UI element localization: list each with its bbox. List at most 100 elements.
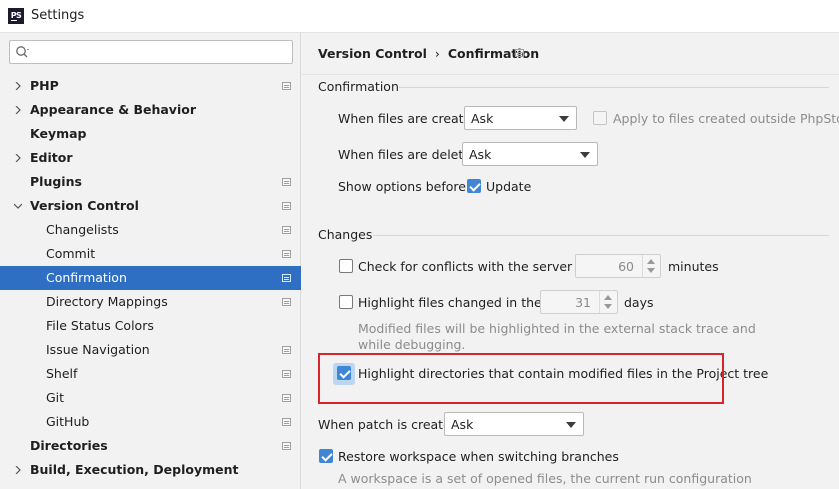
highlight-hint-line1: Modified files will be highlighted in th… — [358, 321, 756, 336]
sidebar-item-label: Version Control — [30, 198, 139, 213]
search-icon — [16, 46, 29, 58]
sidebar-item-label: Shelf — [46, 366, 78, 381]
sidebar-item-confirmation[interactable]: Confirmation — [0, 266, 301, 290]
apply-outside-checkbox[interactable] — [593, 111, 607, 125]
breadcrumb-separator: › — [434, 46, 440, 61]
sidebar-item-label: Plugins — [30, 174, 82, 189]
sidebar-item-label: Commit — [46, 246, 96, 261]
sidebar-item-label: Keymap — [30, 126, 87, 141]
files-deleted-value: Ask — [469, 147, 492, 162]
sidebar-item-build-execution-deployment[interactable]: Build, Execution, Deployment — [0, 458, 301, 482]
files-created-label: When files are created: — [338, 111, 484, 126]
search-field[interactable] — [9, 40, 293, 64]
project-settings-icon — [282, 370, 291, 378]
breadcrumb-current: Confirmation — [447, 46, 540, 61]
restore-workspace-checkbox[interactable] — [319, 449, 333, 463]
patch-created-dropdown[interactable]: Ask — [444, 412, 584, 436]
spinner-down-icon[interactable] — [647, 268, 655, 273]
settings-sidebar: PHP Appearance & Behavior Keymap Editor … — [0, 33, 301, 489]
sidebar-item-label: Confirmation — [46, 270, 127, 285]
project-settings-icon — [282, 250, 291, 258]
project-settings-icon — [282, 346, 291, 354]
sidebar-item-label: Directories — [30, 438, 108, 453]
changes-section-title: Changes — [318, 227, 373, 242]
section-divider — [399, 87, 829, 88]
chevron-right-icon[interactable] — [14, 154, 22, 162]
sidebar-item-version-control[interactable]: Version Control — [0, 194, 301, 218]
sidebar-item-changelists[interactable]: Changelists — [0, 218, 301, 242]
show-options-label: Show options before: — [338, 179, 471, 194]
chevron-down-icon — [566, 422, 576, 428]
sidebar-item-label: GitHub — [46, 414, 90, 429]
highlight-changed-checkbox[interactable] — [339, 295, 353, 309]
chevron-right-icon[interactable] — [14, 466, 22, 474]
sidebar-item-file-status-colors[interactable]: File Status Colors — [0, 314, 301, 338]
highlight-days-spinner[interactable]: 31 — [540, 290, 618, 314]
spinner-up-icon[interactable] — [647, 259, 655, 264]
highlight-changed-label: Highlight files changed in the last — [358, 295, 569, 310]
highlight-days-unit-label: days — [624, 295, 654, 310]
confirmation-section-title: Confirmation — [318, 79, 399, 94]
sidebar-item-git[interactable]: Git — [0, 386, 301, 410]
update-checkbox[interactable] — [467, 179, 481, 193]
conflicts-minutes-spinner[interactable]: 60 — [575, 254, 661, 278]
sidebar-item-label: Build, Execution, Deployment — [30, 462, 239, 477]
project-settings-icon — [282, 298, 291, 306]
project-settings-icon — [282, 274, 291, 282]
header-divider — [302, 74, 839, 75]
project-settings-icon — [282, 178, 291, 186]
window-title: Settings — [31, 8, 85, 23]
restore-workspace-label: Restore workspace when switching branche… — [338, 449, 619, 464]
sidebar-item-label: Editor — [30, 150, 73, 165]
project-settings-icon — [282, 82, 291, 90]
patch-created-label: When patch is created: — [318, 417, 463, 432]
sidebar-item-plugins[interactable]: Plugins — [0, 170, 301, 194]
sidebar-item-directories[interactable]: Directories — [0, 434, 301, 458]
sidebar-item-github[interactable]: GitHub — [0, 410, 301, 434]
sidebar-item-label: File Status Colors — [46, 318, 154, 333]
sidebar-item-editor[interactable]: Editor — [0, 146, 301, 170]
breadcrumb: Version Control › Confirmation — [318, 46, 539, 61]
check-conflicts-checkbox[interactable] — [339, 259, 353, 273]
project-settings-icon — [515, 49, 524, 57]
sidebar-item-keymap[interactable]: Keymap — [0, 122, 301, 146]
check-conflicts-label: Check for conflicts with the server ever… — [358, 259, 612, 274]
apply-outside-label: Apply to files created outside PhpStorm — [613, 111, 839, 126]
annotation-highlight-box — [318, 353, 724, 404]
sidebar-item-label: Directory Mappings — [46, 294, 168, 309]
chevron-down-icon[interactable] — [14, 202, 22, 210]
chevron-down-icon — [559, 116, 569, 122]
sidebar-item-label: Git — [46, 390, 65, 405]
spinner-down-icon[interactable] — [604, 304, 612, 309]
sidebar-item-php[interactable]: PHP — [0, 74, 301, 98]
sidebar-item-directory-mappings[interactable]: Directory Mappings — [0, 290, 301, 314]
sidebar-item-label: PHP — [30, 78, 59, 93]
files-deleted-dropdown[interactable]: Ask — [462, 142, 598, 166]
phpstorm-app-icon: PS — [8, 8, 24, 24]
project-settings-icon — [282, 418, 291, 426]
sidebar-item-label: Changelists — [46, 222, 119, 237]
patch-created-value: Ask — [451, 417, 474, 432]
project-settings-icon — [282, 394, 291, 402]
conflicts-unit-label: minutes — [668, 259, 719, 274]
sidebar-item-appearance[interactable]: Appearance & Behavior — [0, 98, 301, 122]
breadcrumb-parent[interactable]: Version Control — [318, 46, 427, 61]
sidebar-item-shelf[interactable]: Shelf — [0, 362, 301, 386]
spinner-up-icon[interactable] — [604, 295, 612, 300]
title-bar: PS Settings — [0, 0, 839, 33]
sidebar-item-label: Issue Navigation — [46, 342, 150, 357]
sidebar-item-issue-navigation[interactable]: Issue Navigation — [0, 338, 301, 362]
project-settings-icon — [282, 202, 291, 210]
project-settings-icon — [282, 442, 291, 450]
project-settings-icon — [282, 226, 291, 234]
chevron-right-icon[interactable] — [14, 82, 22, 90]
settings-content: Version Control › Confirmation Confirmatio… — [302, 33, 839, 489]
section-divider — [373, 235, 829, 236]
sidebar-item-commit[interactable]: Commit — [0, 242, 301, 266]
chevron-right-icon[interactable] — [14, 106, 22, 114]
sidebar-item-label: Appearance & Behavior — [30, 102, 196, 117]
files-created-dropdown[interactable]: Ask — [464, 106, 577, 130]
files-created-value: Ask — [471, 111, 494, 126]
chevron-down-icon — [580, 152, 590, 158]
highlight-days-value: 31 — [575, 295, 591, 310]
